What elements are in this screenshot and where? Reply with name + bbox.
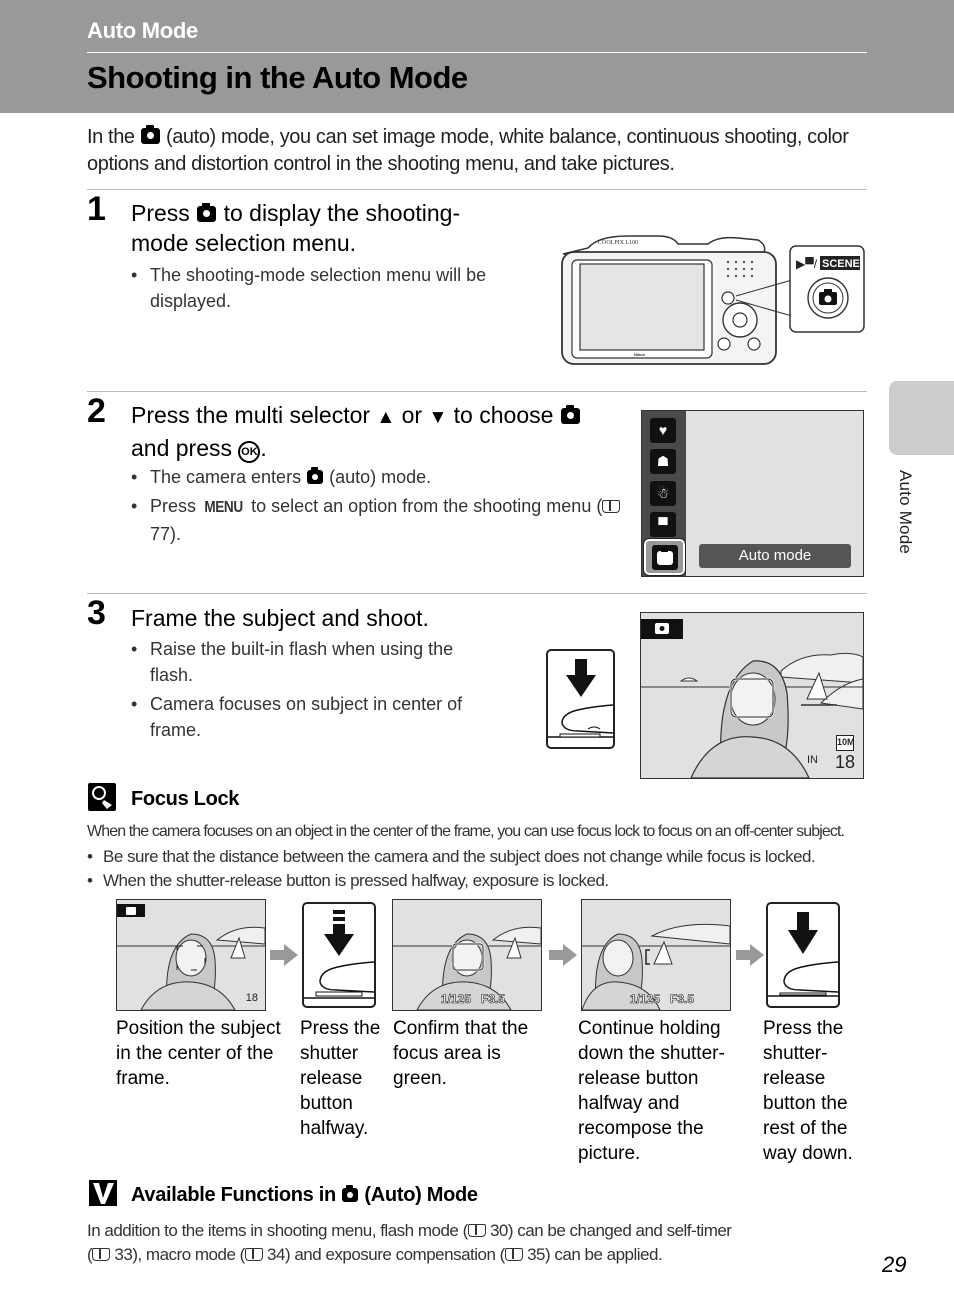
auto-camera-icon xyxy=(657,548,673,565)
shutter-speed-readout: 1/125 xyxy=(630,992,661,1007)
page-number: 29 xyxy=(882,1252,907,1277)
step-title: Press to display the shooting-mode selec… xyxy=(131,200,461,256)
note-title: Available Functions in (Auto) Mode xyxy=(131,1184,478,1206)
sequence-screen-4: 1/125 F3.5 xyxy=(581,899,731,1011)
scene-icon[interactable]: ☗ xyxy=(650,449,676,474)
chapter-header: Auto Mode Shooting in the Auto Mode xyxy=(0,0,954,113)
shutter-half-press-illustration xyxy=(302,902,376,1008)
sequence-caption: Continue holding down the shutter-releas… xyxy=(578,1018,725,1164)
step-bullets: The shooting-mode selection menu will be… xyxy=(131,262,521,317)
step-title: Press the multi selector ▲ or ▼ to choos… xyxy=(131,400,621,463)
page-title: Shooting in the Auto Mode xyxy=(87,60,468,95)
page-reference-icon xyxy=(602,500,621,513)
shooting-mode-menu-screen: ♥ ☗ ☃ ▀ Auto mode xyxy=(641,410,864,577)
step-number: 2 xyxy=(87,392,106,430)
menu-button-icon: MENU xyxy=(204,499,243,516)
svg-text:▶▀/: ▶▀/ xyxy=(796,257,818,271)
step-bullets: Raise the built-in flash when using the … xyxy=(131,636,491,746)
smart-portrait-icon[interactable]: ♥ xyxy=(650,418,676,443)
bullet-item: Camera focuses on subject in center of f… xyxy=(131,691,491,743)
chapter-tab[interactable] xyxy=(889,381,954,455)
svg-text:Nikon: Nikon xyxy=(634,352,646,357)
down-arrow-icon: ▼ xyxy=(428,407,448,428)
movie-icon[interactable]: ▀ xyxy=(650,512,676,537)
sequence-caption: Position the subject in the center of th… xyxy=(116,1018,281,1089)
ok-button-icon: OK xyxy=(238,441,261,463)
section-title: Auto Mode xyxy=(87,18,198,43)
intro-paragraph: In the (auto) mode, you can set image mo… xyxy=(87,125,849,175)
sequence-caption: Confirm that the focus area is green. xyxy=(393,1018,529,1089)
auto-camera-icon xyxy=(140,125,160,144)
exposures-remaining: 18 xyxy=(834,752,855,772)
finger-icon xyxy=(319,961,374,993)
down-arrow-icon xyxy=(566,675,596,697)
page-reference-icon xyxy=(92,1248,111,1261)
divider xyxy=(87,391,867,392)
step-number: 1 xyxy=(87,190,106,228)
exposures-remaining: 18 xyxy=(245,992,258,1004)
note-body: In addition to the items in shooting men… xyxy=(87,1221,732,1264)
camera-model-text: COOLPIX L100 xyxy=(598,240,638,246)
bullet-item: The camera enters (auto) mode. xyxy=(131,464,621,490)
finger-icon xyxy=(783,961,838,993)
next-step-arrow-icon xyxy=(549,944,577,966)
bullet-item: The shooting-mode selection menu will be… xyxy=(131,262,521,314)
bullet-item: When the shutter-release button is press… xyxy=(87,869,887,893)
sequence-screen-1: 18 xyxy=(116,899,266,1011)
shutter-full-press-illustration xyxy=(766,902,840,1008)
camera-back-illustration: COOLPIX L100 Nikon SCENE ▶▀/ xyxy=(558,232,868,372)
auto-camera-icon xyxy=(342,1185,359,1202)
svg-text:SCENE: SCENE xyxy=(822,258,860,270)
finger-icon xyxy=(561,704,613,734)
divider xyxy=(87,593,867,594)
step-number: 3 xyxy=(87,594,106,632)
aperture-readout: F3.5 xyxy=(481,992,506,1007)
divider xyxy=(87,189,867,190)
aperture-readout: F3.5 xyxy=(670,992,695,1007)
chapter-tab-label: Auto Mode xyxy=(896,470,915,555)
bullet-item: Raise the built-in flash when using the … xyxy=(131,636,491,688)
sport-continuous-icon[interactable]: ☃ xyxy=(650,481,676,506)
up-arrow-icon: ▲ xyxy=(376,407,396,428)
bullet-item: Be sure that the distance between the ca… xyxy=(87,845,887,869)
image-mode-indicator: 10M xyxy=(836,735,855,751)
page-reference-icon xyxy=(244,1248,263,1261)
auto-camera-icon xyxy=(307,467,324,484)
down-arrow-icon xyxy=(324,934,354,956)
step-title: Frame the subject and shoot. xyxy=(131,605,429,631)
internal-memory-indicator: IN xyxy=(807,754,818,766)
note-bullets: Be sure that the distance between the ca… xyxy=(87,845,887,893)
sequence-caption: Press the shutter-release button the res… xyxy=(763,1018,853,1164)
note-intro: When the camera focuses on an object in … xyxy=(87,823,845,840)
step-bullets: The camera enters (auto) mode. Press MEN… xyxy=(131,464,621,550)
check-note-icon xyxy=(89,1180,117,1206)
camera-body: COOLPIX L100 Nikon SCENE ▶▀/ xyxy=(561,235,865,365)
next-step-arrow-icon xyxy=(736,944,764,966)
note-title: Focus Lock xyxy=(131,788,240,810)
page-reference-icon xyxy=(467,1224,486,1237)
tip-icon xyxy=(88,783,116,811)
bullet-item: Press MENU to select an option from the … xyxy=(131,493,621,547)
auto-mode-menu-item[interactable] xyxy=(643,538,686,576)
auto-camera-icon xyxy=(560,405,580,424)
selected-mode-label: Auto mode xyxy=(699,544,851,568)
auto-camera-icon xyxy=(197,203,217,222)
down-arrow-icon xyxy=(788,930,818,954)
page-reference-icon xyxy=(504,1248,523,1261)
next-step-arrow-icon xyxy=(270,944,298,966)
sequence-caption: Press the shutter release button halfway… xyxy=(300,1018,381,1139)
header-divider xyxy=(87,52,867,53)
shutter-press-illustration xyxy=(546,649,615,749)
shutter-speed-readout: 1/125 xyxy=(441,992,472,1007)
viewfinder-screen: 10M IN 18 xyxy=(640,612,864,779)
sequence-screen-3: 1/125 F3.5 xyxy=(392,899,542,1011)
